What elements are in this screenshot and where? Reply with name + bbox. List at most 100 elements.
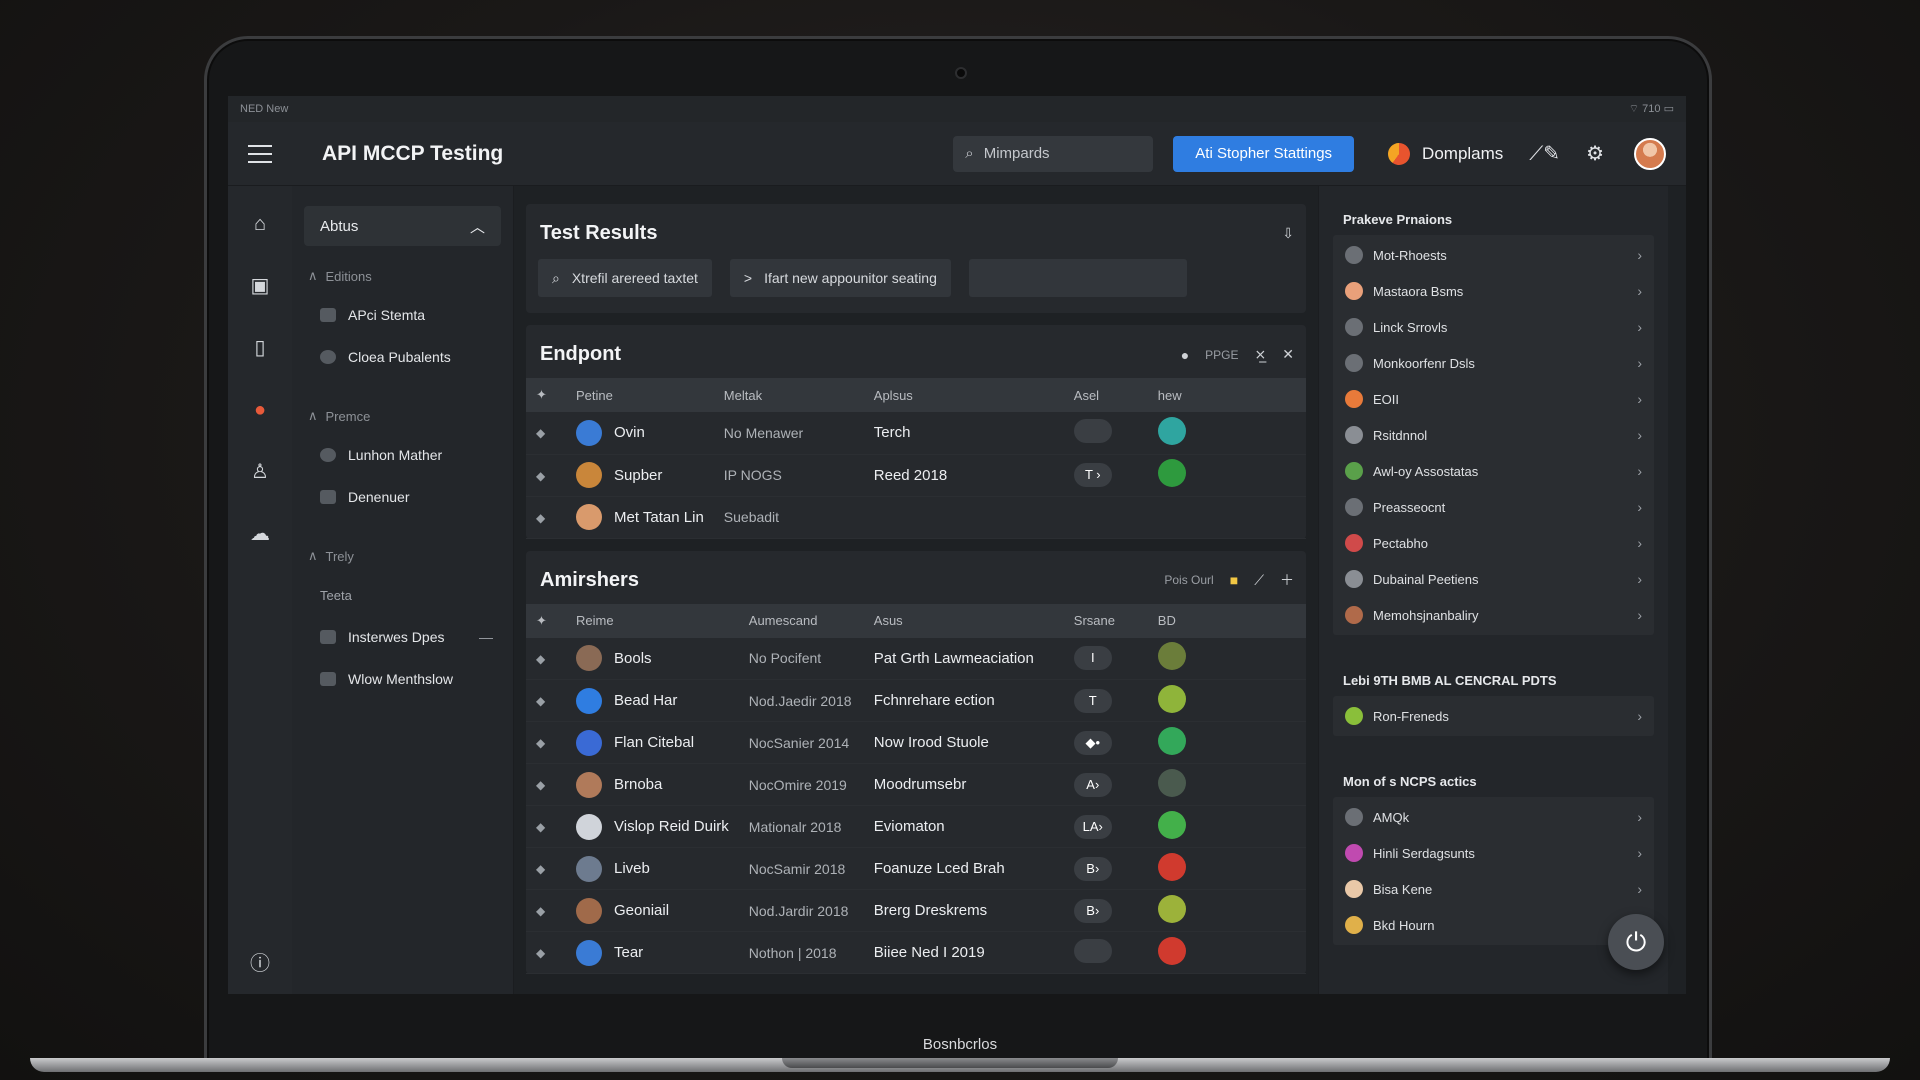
row-expand-icon[interactable]: ◆ — [526, 412, 566, 454]
col-header[interactable]: Aumescand — [739, 604, 864, 638]
right-list-item[interactable]: Monkoorfenr Dsls › — [1333, 345, 1654, 381]
empty-filter-input[interactable] — [968, 259, 1187, 297]
right-list-item[interactable]: Linck Srrovls › — [1333, 309, 1654, 345]
row-expand-icon[interactable]: ◆ — [526, 680, 566, 722]
right-list-item[interactable]: Preasseocnt › — [1333, 489, 1654, 525]
status-dot-icon[interactable] — [1157, 726, 1186, 755]
status-badge[interactable] — [1073, 418, 1112, 443]
status-badge[interactable] — [1073, 938, 1112, 963]
right-list-item[interactable]: Awl-oy Assostatas › — [1333, 453, 1654, 489]
chart-icon[interactable]: ⨯̲ — [1255, 346, 1267, 363]
settings-button[interactable]: Ati Stopher Stattings — [1173, 135, 1355, 172]
search-box[interactable]: ⌕ Mimpards — [953, 135, 1154, 172]
nav-item-2-1[interactable]: Wlow Menthslow — [304, 658, 501, 700]
row-expand-icon[interactable]: ◆ — [526, 454, 566, 496]
right-list-item[interactable]: Ron-Freneds › — [1333, 698, 1654, 734]
nav-head[interactable]: Abtus ︿ — [304, 206, 501, 246]
nav-item-plain[interactable]: Teeta — [304, 574, 501, 616]
col-header[interactable]: hew — [1148, 378, 1306, 412]
right-list-item[interactable]: Hinli Serdagsunts › — [1333, 835, 1654, 871]
image-icon[interactable]: ▣ — [248, 274, 272, 298]
brand[interactable]: Domplams — [1388, 142, 1503, 165]
cloud-icon[interactable]: ☁ — [248, 522, 272, 546]
award-icon[interactable]: ♙ — [248, 460, 272, 484]
status-dot-icon[interactable] — [1157, 894, 1186, 923]
select-col-header[interactable]: ✦ — [526, 378, 566, 412]
right-list-item[interactable]: Memohsjnanbaliry › — [1333, 597, 1654, 633]
status-badge[interactable]: B› — [1073, 898, 1112, 923]
export-icon[interactable]: ⇩ — [1282, 225, 1294, 242]
right-list-item[interactable]: Rsitdnnol › — [1333, 417, 1654, 453]
home-icon[interactable]: ⌂ — [248, 212, 272, 236]
status-badge[interactable]: T — [1073, 688, 1112, 713]
col-header[interactable]: Petine — [566, 378, 714, 412]
nav-item-0-1[interactable]: Cloea Pubalents — [304, 336, 501, 378]
row-expand-icon[interactable]: ◆ — [526, 932, 566, 974]
info-icon[interactable]: ⓘ — [248, 952, 272, 976]
row-expand-icon[interactable]: ◆ — [526, 806, 566, 848]
table-row[interactable]: ◆ Ovin No Menawer Terch — [526, 412, 1306, 454]
right-list-item[interactable]: Pectabho › — [1333, 525, 1654, 561]
row-expand-icon[interactable]: ◆ — [526, 848, 566, 890]
nav-item-1-1[interactable]: Denenuer — [304, 476, 501, 518]
close-icon[interactable]: ✕ — [1282, 346, 1294, 363]
table-row[interactable]: ◆ Met Tatan Lin Suebadit — [526, 496, 1306, 538]
status-dot-icon[interactable] — [1157, 459, 1186, 487]
table-row[interactable]: ◆ Vislop Reid Duirk Mationalr 2018 Eviomato… — [526, 806, 1306, 848]
status-dot-icon[interactable] — [1157, 684, 1186, 713]
search-input[interactable]: Mimpards — [984, 145, 1050, 162]
nav-section-trely[interactable]: ∧ Trely — [304, 538, 501, 574]
add-icon[interactable]: ＋ — [1280, 570, 1294, 590]
table-row[interactable]: ◆ Brnoba NocOmire 2019 Moodrumsebr A› — [526, 764, 1306, 806]
status-dot-icon[interactable] — [1157, 768, 1186, 797]
col-header[interactable]: Srsane — [1064, 604, 1148, 638]
status-dot-icon[interactable] — [1157, 936, 1186, 965]
status-dot-icon[interactable] — [1157, 852, 1186, 881]
col-header[interactable]: Aplsus — [864, 378, 1064, 412]
hamburger-menu-icon[interactable] — [248, 144, 272, 163]
note-icon[interactable]: ■ — [1230, 572, 1238, 588]
row-expand-icon[interactable]: ◆ — [526, 496, 566, 538]
select-col-header[interactable]: ✦ — [526, 604, 566, 638]
status-badge[interactable]: LA› — [1073, 814, 1112, 839]
status-badge[interactable]: A› — [1073, 772, 1112, 797]
nav-section-editions[interactable]: ∧ Editions — [304, 258, 501, 294]
status-dot-icon[interactable] — [1157, 416, 1186, 445]
user-avatar[interactable] — [1634, 137, 1666, 170]
status-badge[interactable]: T › — [1073, 463, 1112, 487]
table-row[interactable]: ◆ Geoniail Nod.Jardir 2018 Brerg Dreskrems B… — [526, 890, 1306, 932]
right-list-item[interactable]: Dubainal Peetiens › — [1333, 561, 1654, 597]
nav-item-0-0[interactable]: APci Stemta — [304, 294, 501, 336]
edit-icon[interactable]: ⟋ — [1254, 572, 1264, 589]
status-badge[interactable]: ◆• — [1073, 730, 1112, 755]
start-monitor-pill[interactable]: > Ifart new appounitor seating — [729, 259, 951, 297]
status-dot-icon[interactable] — [1157, 810, 1186, 839]
row-expand-icon[interactable]: ◆ — [526, 638, 566, 680]
row-expand-icon[interactable]: ◆ — [526, 722, 566, 764]
table-row[interactable]: ◆ Liveb NocSamir 2018 Foanuze Lced Brah B› — [526, 848, 1306, 890]
right-list-item[interactable]: Bkd Hourn› — [1333, 907, 1654, 943]
right-list-item[interactable]: AMQk › — [1333, 799, 1654, 835]
table-row[interactable]: ◆ Bools No Pocifent Pat Grth Lawmeaciation I — [526, 638, 1306, 680]
table-row[interactable]: ◆ Supber IP NOGS Reed 2018 T › — [526, 454, 1306, 496]
right-list-item[interactable]: Mastaora Bsms › — [1333, 273, 1654, 309]
wrench-icon[interactable]: ⟋✎ — [1529, 141, 1560, 166]
globe-icon[interactable]: ● — [248, 398, 272, 422]
nav-section-premce[interactable]: ∧ Premce — [304, 398, 501, 434]
table-row[interactable]: ◆ Tear Nothon | 2018 Biiee Ned I 2019 — [526, 932, 1306, 974]
row-expand-icon[interactable]: ◆ — [526, 764, 566, 806]
status-dot-icon[interactable] — [1157, 642, 1186, 671]
col-header[interactable]: BD — [1148, 604, 1306, 638]
row-expand-icon[interactable]: ◆ — [526, 890, 566, 932]
document-icon[interactable]: ▯ — [248, 336, 272, 360]
col-header[interactable]: Asel — [1064, 378, 1148, 412]
drop-icon[interactable]: ● — [1181, 347, 1189, 363]
table-row[interactable]: ◆ Bead Har Nod.Jaedir 2018 Fchnrehare ectio… — [526, 680, 1306, 722]
power-icon[interactable]: ⏻ — [1608, 914, 1664, 970]
col-header[interactable]: Asus — [864, 604, 1064, 638]
filter-search-pill[interactable]: ⌕ Xtrefil arereed taxtet — [538, 259, 712, 297]
nav-item-2-0[interactable]: Insterwes Dpes — — [304, 616, 501, 658]
right-list-item[interactable]: EOII › — [1333, 381, 1654, 417]
col-header[interactable]: Meltak — [714, 378, 864, 412]
endpoint-tool-label[interactable]: PPGE — [1205, 348, 1238, 362]
